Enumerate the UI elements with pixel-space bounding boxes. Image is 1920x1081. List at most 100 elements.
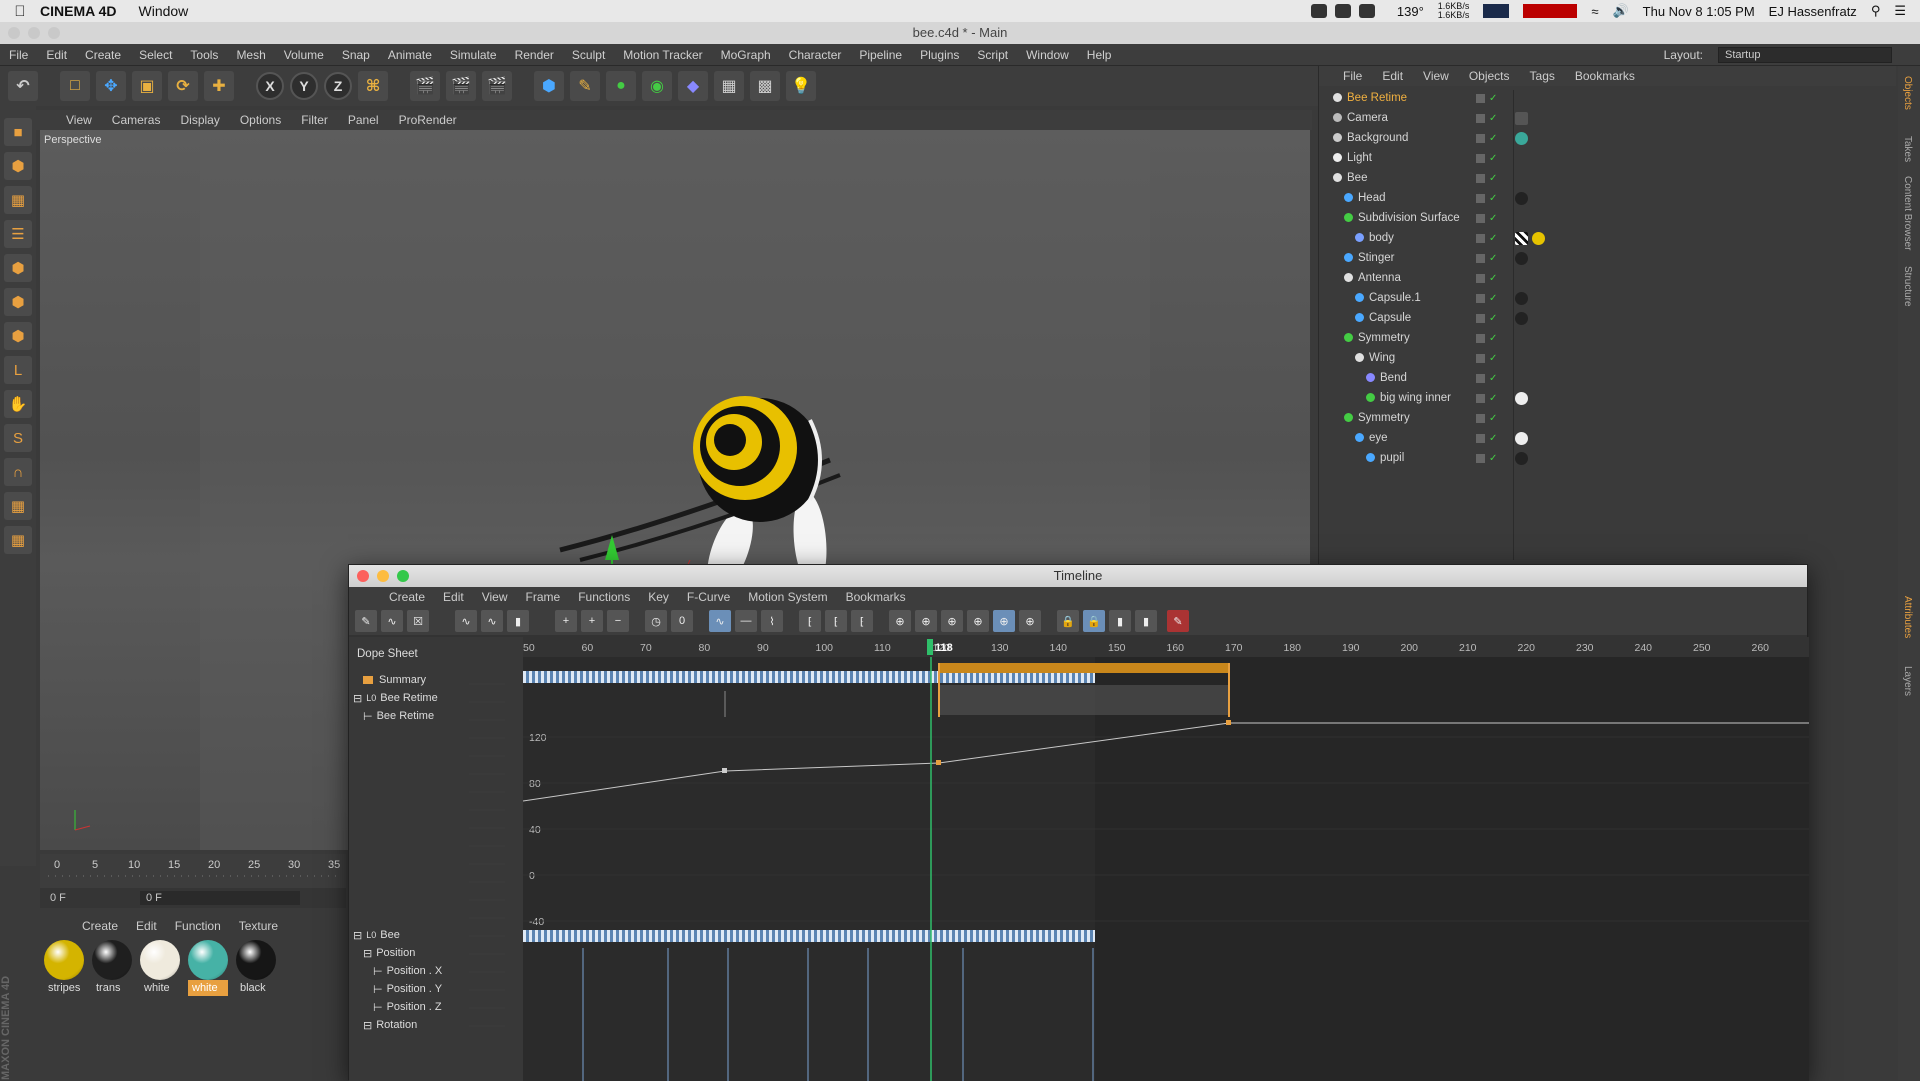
mini-timeline-ruler[interactable]: 0 5 10 15 20 25 30 35 bbox=[40, 854, 346, 888]
step-interp-icon[interactable]: ⌇ bbox=[761, 610, 783, 632]
object-name[interactable]: body bbox=[1355, 232, 1394, 244]
object-row[interactable]: big wing inner ✓ bbox=[1319, 388, 1896, 408]
tab-objects[interactable]: Objects bbox=[1902, 76, 1913, 110]
lock-value-icon[interactable]: 🔒 bbox=[1083, 610, 1105, 632]
object-row[interactable]: body ✓ bbox=[1319, 228, 1896, 248]
visibility-controls[interactable]: ✓ bbox=[1476, 253, 1497, 264]
material-tag-icon[interactable] bbox=[1515, 131, 1528, 145]
track-summary[interactable]: Summary bbox=[363, 673, 426, 687]
material-swatch[interactable]: trans bbox=[92, 940, 132, 1000]
menu-create[interactable]: Create bbox=[76, 48, 130, 62]
tl-menu-view[interactable]: View bbox=[482, 590, 508, 604]
tangent-3-icon[interactable]: ⊕ bbox=[941, 610, 963, 632]
om-menu-file[interactable]: File bbox=[1343, 69, 1362, 83]
visibility-controls[interactable]: ✓ bbox=[1476, 113, 1497, 124]
y-axis-lock-icon[interactable]: Y bbox=[290, 72, 318, 100]
light-icon[interactable]: 💡 bbox=[786, 71, 816, 101]
deformer-icon[interactable]: ◆ bbox=[678, 71, 708, 101]
material-tag-icon[interactable] bbox=[1515, 391, 1528, 405]
visibility-controls[interactable]: ✓ bbox=[1476, 453, 1497, 464]
break-icon[interactable]: ▮ bbox=[1135, 610, 1157, 632]
tab-content-browser[interactable]: Content Browser bbox=[1902, 176, 1913, 250]
viewport-menu-display[interactable]: Display bbox=[180, 113, 219, 127]
visibility-controls[interactable]: ✓ bbox=[1476, 213, 1497, 224]
om-column-divider[interactable] bbox=[1513, 90, 1514, 560]
close-window-button[interactable] bbox=[8, 27, 20, 39]
object-row[interactable]: Capsule ✓ bbox=[1319, 308, 1896, 328]
menu-animate[interactable]: Animate bbox=[379, 48, 441, 62]
workplane-grid-icon[interactable]: ▦ bbox=[4, 492, 32, 520]
material-tag-icon[interactable] bbox=[1515, 231, 1528, 245]
visibility-controls[interactable]: ✓ bbox=[1476, 293, 1497, 304]
track-position-x[interactable]: ⊢ Position . X bbox=[373, 964, 442, 978]
texture-mode-icon[interactable]: ▦ bbox=[4, 186, 32, 214]
object-name[interactable]: big wing inner bbox=[1366, 392, 1451, 404]
object-row[interactable]: Bee ✓ bbox=[1319, 168, 1896, 188]
tl-menu-edit[interactable]: Edit bbox=[443, 590, 464, 604]
memory-graph-icon[interactable] bbox=[1523, 4, 1578, 18]
mat-menu-create[interactable]: Create bbox=[82, 919, 118, 933]
fcurve-key[interactable] bbox=[722, 768, 727, 773]
fcurve-key[interactable] bbox=[936, 760, 941, 765]
viewport-menu-filter[interactable]: Filter bbox=[301, 113, 328, 127]
visibility-controls[interactable]: ✓ bbox=[1476, 353, 1497, 364]
temperature-readout[interactable]: 139° bbox=[1397, 4, 1424, 19]
mac-menu-window[interactable]: Window bbox=[139, 3, 189, 19]
object-name[interactable]: Bend bbox=[1366, 372, 1407, 384]
snap-icon[interactable]: S bbox=[4, 424, 32, 452]
menu-plugins[interactable]: Plugins bbox=[911, 48, 968, 62]
material-swatch[interactable]: white bbox=[140, 940, 180, 1000]
tl-menu-functions[interactable]: Functions bbox=[578, 590, 630, 604]
tangent-1-icon[interactable]: ⊕ bbox=[889, 610, 911, 632]
object-name[interactable]: Antenna bbox=[1344, 272, 1401, 284]
user-name[interactable]: EJ Hassenfratz bbox=[1769, 4, 1857, 19]
menu-character[interactable]: Character bbox=[780, 48, 851, 62]
render-picture-viewer-icon[interactable]: 🎬 bbox=[446, 71, 476, 101]
visibility-controls[interactable]: ✓ bbox=[1476, 413, 1497, 424]
wifi-icon[interactable]: ≈ bbox=[1591, 4, 1598, 19]
om-menu-view[interactable]: View bbox=[1423, 69, 1449, 83]
menu-tools[interactable]: Tools bbox=[181, 48, 227, 62]
timeline-titlebar[interactable]: Timeline bbox=[349, 565, 1807, 587]
clock[interactable]: Thu Nov 8 1:05 PM bbox=[1643, 4, 1755, 19]
menu-file[interactable]: File bbox=[0, 48, 37, 62]
track-bee[interactable]: ⊟ L0 Bee bbox=[353, 928, 400, 942]
polygons-mode-icon[interactable]: ⬢ bbox=[4, 322, 32, 350]
current-frame-field[interactable]: 0 F bbox=[50, 892, 130, 904]
x-axis-lock-icon[interactable]: X bbox=[256, 72, 284, 100]
hide-icon[interactable]: ▮ bbox=[507, 610, 529, 632]
mat-menu-texture[interactable]: Texture bbox=[239, 919, 278, 933]
notification-icon[interactable]: ☰ bbox=[1894, 3, 1906, 19]
tangent-5-icon[interactable]: ⊕ bbox=[993, 610, 1015, 632]
object-name[interactable]: Head bbox=[1344, 192, 1386, 204]
make-editable-icon[interactable]: ■ bbox=[4, 118, 32, 146]
render-settings-icon[interactable]: 🎬 bbox=[482, 71, 512, 101]
tl-menu-create[interactable]: Create bbox=[389, 590, 425, 604]
tl-menu-bookmarks[interactable]: Bookmarks bbox=[846, 590, 906, 604]
scale-tool-icon[interactable]: ▣ bbox=[132, 71, 162, 101]
track-position-z[interactable]: ⊢ Position . Z bbox=[373, 1000, 442, 1014]
timeline-close-button[interactable] bbox=[357, 570, 369, 582]
track-bee-retime[interactable]: ⊢ Bee Retime bbox=[363, 709, 434, 723]
retime-range-bar[interactable] bbox=[939, 663, 1229, 673]
rotate-tool-icon[interactable]: ⟳ bbox=[168, 71, 198, 101]
ease-out-icon[interactable]: ⁅ bbox=[825, 610, 847, 632]
object-name[interactable]: Capsule bbox=[1355, 312, 1411, 324]
axis-mode-icon[interactable]: L bbox=[4, 356, 32, 384]
material-tag-icon[interactable] bbox=[1515, 111, 1528, 125]
material-tag-icon[interactable] bbox=[1515, 431, 1528, 445]
edges-mode-icon[interactable]: ⬢ bbox=[4, 288, 32, 316]
menu-mesh[interactable]: Mesh bbox=[227, 48, 274, 62]
menu-snap[interactable]: Snap bbox=[333, 48, 379, 62]
object-name[interactable]: Subdivision Surface bbox=[1344, 212, 1460, 224]
object-name[interactable]: Camera bbox=[1333, 112, 1388, 124]
cloner-icon[interactable]: ◉ bbox=[642, 71, 672, 101]
tangent-2-icon[interactable]: ⊕ bbox=[915, 610, 937, 632]
menu-edit[interactable]: Edit bbox=[37, 48, 76, 62]
object-name[interactable]: Symmetry bbox=[1344, 332, 1410, 344]
visibility-controls[interactable]: ✓ bbox=[1476, 93, 1497, 104]
track-position[interactable]: ⊟ Position bbox=[363, 946, 415, 960]
tl-menu-frame[interactable]: Frame bbox=[526, 590, 561, 604]
visibility-controls[interactable]: ✓ bbox=[1476, 273, 1497, 284]
tweak-mode-icon[interactable]: ✋ bbox=[4, 390, 32, 418]
